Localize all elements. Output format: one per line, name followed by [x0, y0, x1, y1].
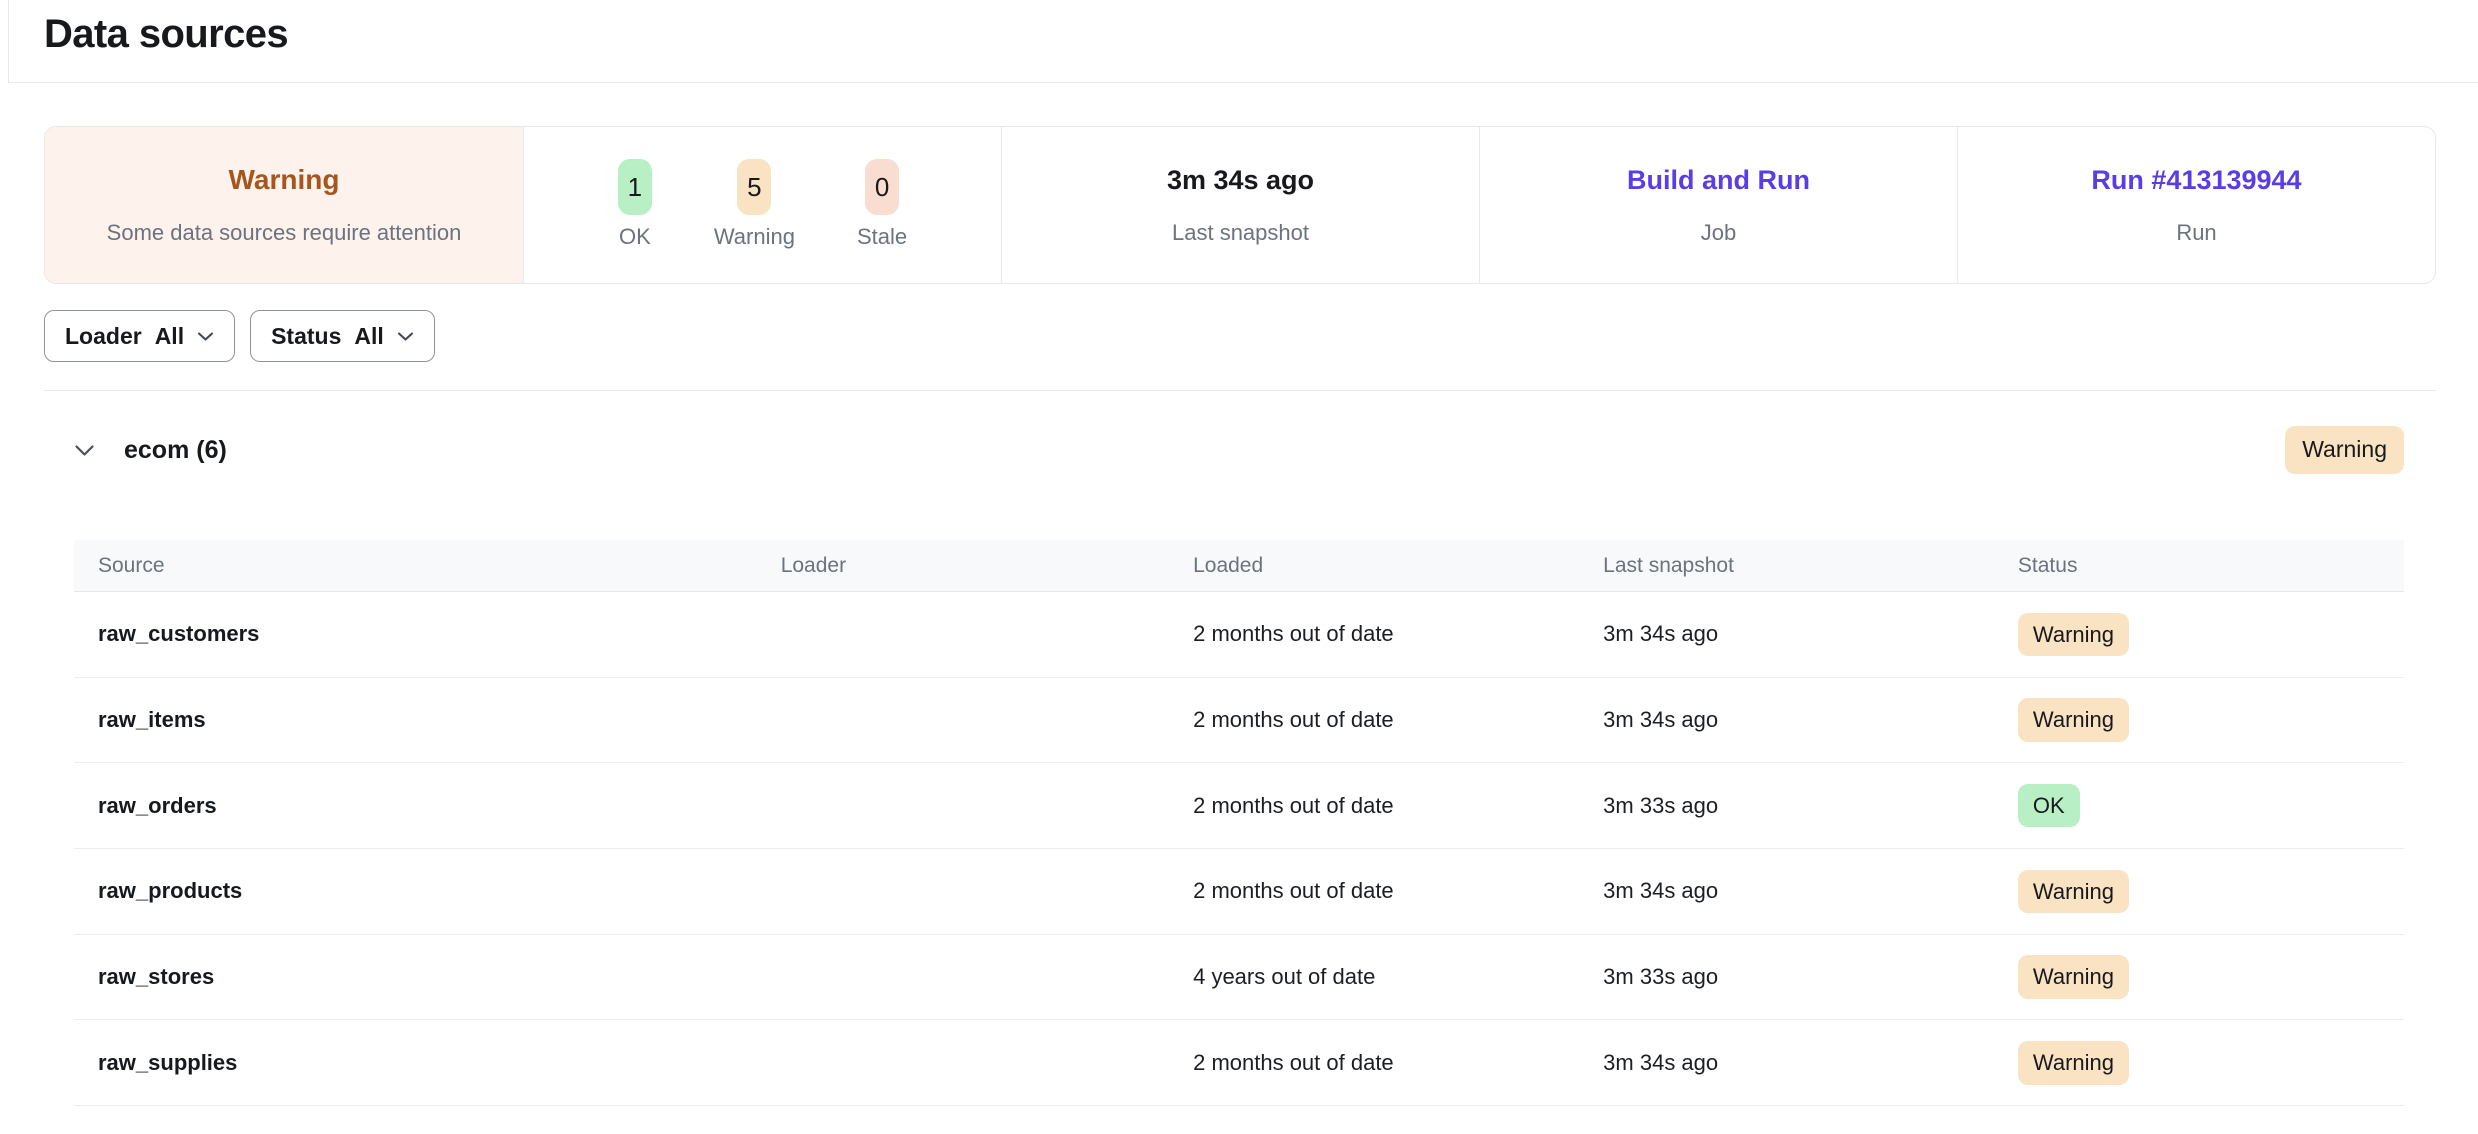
overall-status-card: Warning Some data sources require attent…: [45, 127, 523, 283]
count-stale: 0 Stale: [857, 159, 907, 250]
cell-loaded: 2 months out of date: [1169, 707, 1579, 733]
counts-card: 1 OK 5 Warning 0 Stale: [523, 127, 1001, 283]
cell-source: raw_items: [74, 707, 757, 733]
last-snapshot-card: 3m 34s ago Last snapshot: [1001, 127, 1479, 283]
cell-loaded: 2 months out of date: [1169, 793, 1579, 819]
table-row: raw_products 2 months out of date 3m 34s…: [74, 849, 2404, 935]
table-row: raw_orders 2 months out of date 3m 33s a…: [74, 763, 2404, 849]
cell-loaded: 2 months out of date: [1169, 878, 1579, 904]
cell-loaded: 4 years out of date: [1169, 964, 1579, 990]
count-ok: 1 OK: [618, 159, 652, 250]
cell-status: Warning: [1994, 955, 2404, 999]
column-header-loaded: Loaded: [1169, 554, 1579, 578]
cell-last-snapshot: 3m 33s ago: [1579, 964, 1994, 990]
run-label: Run: [2176, 220, 2216, 246]
chevron-down-icon[interactable]: [74, 444, 95, 457]
run-card: Run #413139944 Run: [1957, 127, 2435, 283]
ok-count-pill: 1: [618, 159, 652, 215]
status-counts: 1 OK 5 Warning 0 Stale: [618, 159, 907, 250]
cell-source: raw_products: [74, 878, 757, 904]
table-row: raw_supplies 2 months out of date 3m 34s…: [74, 1020, 2404, 1106]
status-filter-label: Status: [271, 323, 341, 350]
filters-divider: [44, 390, 2436, 391]
chevron-down-icon: [397, 331, 414, 342]
status-badge: Warning: [2018, 1041, 2129, 1085]
stale-count-label: Stale: [857, 224, 907, 250]
cell-status: Warning: [1994, 613, 2404, 657]
job-label: Job: [1701, 220, 1736, 246]
table-row: raw_stores 4 years out of date 3m 33s ag…: [74, 935, 2404, 1021]
cell-last-snapshot: 3m 34s ago: [1579, 621, 1994, 647]
column-header-loader: Loader: [757, 554, 1169, 578]
column-header-last-snapshot: Last snapshot: [1579, 554, 1994, 578]
status-badge: Warning: [2018, 613, 2129, 657]
page-title: Data sources: [44, 12, 288, 57]
cell-loaded: 2 months out of date: [1169, 1050, 1579, 1076]
table-row: raw_customers 2 months out of date 3m 34…: [74, 592, 2404, 678]
last-snapshot-value: 3m 34s ago: [1167, 164, 1314, 196]
status-filter-value: All: [354, 323, 383, 350]
status-badge: Warning: [2018, 698, 2129, 742]
cell-loaded: 2 months out of date: [1169, 621, 1579, 647]
warning-count-label: Warning: [714, 224, 795, 250]
loader-filter-dropdown[interactable]: Loader All: [44, 310, 235, 362]
loader-filter-label: Loader: [65, 323, 142, 350]
run-link[interactable]: Run #413139944: [2091, 164, 2301, 196]
summary-cards: Warning Some data sources require attent…: [44, 126, 2436, 284]
section-status-badge: Warning: [2285, 426, 2404, 474]
cell-status: Warning: [1994, 1041, 2404, 1085]
section-header-ecom[interactable]: ecom (6) Warning: [74, 425, 2404, 475]
header-divider: [8, 82, 2478, 83]
status-filter-dropdown[interactable]: Status All: [250, 310, 435, 362]
data-sources-page: Data sources Warning Some data sources r…: [0, 0, 2478, 1134]
chevron-down-icon: [197, 331, 214, 342]
cell-source: raw_orders: [74, 793, 757, 819]
section-title: ecom (6): [124, 436, 227, 465]
cell-last-snapshot: 3m 33s ago: [1579, 793, 1994, 819]
overall-status-value: Warning: [229, 164, 340, 196]
cell-status: Warning: [1994, 870, 2404, 914]
last-snapshot-label: Last snapshot: [1172, 220, 1309, 246]
status-badge: Warning: [2018, 870, 2129, 914]
table-row: raw_items 2 months out of date 3m 34s ag…: [74, 678, 2404, 764]
cell-status: OK: [1994, 784, 2404, 828]
table-header-row: Source Loader Loaded Last snapshot Statu…: [74, 540, 2404, 592]
column-header-status: Status: [1994, 554, 2404, 578]
job-link[interactable]: Build and Run: [1627, 164, 1810, 196]
column-header-source: Source: [74, 554, 757, 578]
cell-source: raw_supplies: [74, 1050, 757, 1076]
cell-last-snapshot: 3m 34s ago: [1579, 878, 1994, 904]
cell-source: raw_stores: [74, 964, 757, 990]
status-badge: OK: [2018, 784, 2080, 828]
stale-count-pill: 0: [865, 159, 899, 215]
cell-last-snapshot: 3m 34s ago: [1579, 1050, 1994, 1076]
count-warning: 5 Warning: [714, 159, 795, 250]
cell-status: Warning: [1994, 698, 2404, 742]
job-card: Build and Run Job: [1479, 127, 1957, 283]
loader-filter-value: All: [155, 323, 184, 350]
warning-count-pill: 5: [737, 159, 771, 215]
status-badge: Warning: [2018, 955, 2129, 999]
cell-source: raw_customers: [74, 621, 757, 647]
panel-left-border: [8, 0, 9, 82]
ok-count-label: OK: [619, 224, 651, 250]
filter-bar: Loader All Status All: [44, 310, 435, 362]
overall-status-description: Some data sources require attention: [107, 220, 462, 246]
cell-last-snapshot: 3m 34s ago: [1579, 707, 1994, 733]
data-sources-table: Source Loader Loaded Last snapshot Statu…: [74, 540, 2404, 1106]
